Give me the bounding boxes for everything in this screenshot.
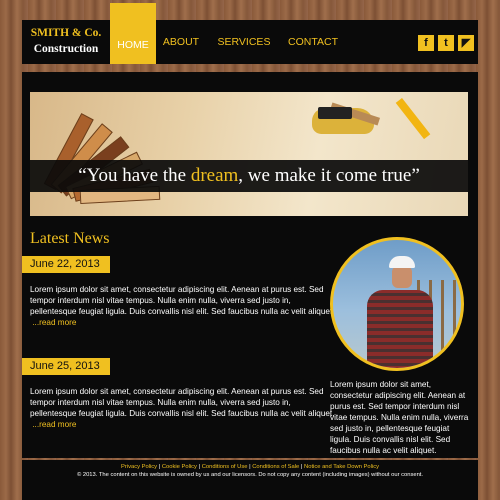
- site-header: SMITH & Co. Construction HOME ABOUT SERV…: [22, 3, 478, 64]
- nav-about[interactable]: ABOUT: [158, 20, 204, 64]
- latest-news-heading: Latest News: [30, 230, 110, 247]
- news-text-1: Lorem ipsum dolor sit amet, consectetur …: [30, 285, 335, 316]
- quote-part-2: , we make it come true”: [238, 165, 420, 186]
- footer-link-takedown[interactable]: Notice and Take Down Policy: [304, 464, 379, 470]
- spirit-level-image: [395, 98, 431, 140]
- news-item-1: Lorem ipsum dolor sit amet, consectetur …: [30, 284, 336, 328]
- twitter-icon[interactable]: t: [438, 35, 454, 51]
- read-more-link-2[interactable]: ...read more: [32, 420, 76, 429]
- nav-home[interactable]: HOME: [110, 3, 156, 64]
- hero-quote: “You have the dream, we make it come tru…: [30, 160, 468, 192]
- page-container: SMITH & Co. Construction HOME ABOUT SERV…: [22, 0, 478, 500]
- hammer-image: [318, 107, 352, 119]
- news-item-2: Lorem ipsum dolor sit amet, consectetur …: [30, 386, 336, 430]
- logo-line-2: Construction: [33, 43, 99, 55]
- nav-services[interactable]: SERVICES: [214, 20, 274, 64]
- rss-icon[interactable]: ◤: [458, 35, 474, 51]
- site-footer: Privacy Policy | Cookie Policy | Conditi…: [22, 460, 478, 500]
- footer-link-conditions-sale[interactable]: Conditions of Sale: [252, 464, 299, 470]
- facebook-icon[interactable]: f: [418, 35, 434, 51]
- footer-link-conditions-use[interactable]: Conditions of Use: [202, 464, 248, 470]
- site-logo[interactable]: SMITH & Co. Construction: [22, 20, 110, 64]
- quote-highlight: dream: [190, 165, 239, 186]
- social-links: f t ◤: [414, 33, 474, 51]
- footer-link-privacy[interactable]: Privacy Policy: [121, 464, 157, 470]
- hero-banner: “You have the dream, we make it come tru…: [30, 92, 468, 216]
- news-date-2: June 25, 2013: [22, 358, 110, 375]
- nav-contact[interactable]: CONTACT: [280, 20, 346, 64]
- quote-part-1: “You have the: [78, 165, 191, 186]
- builder-photo: [330, 237, 464, 371]
- main-panel: “You have the dream, we make it come tru…: [22, 72, 478, 458]
- news-date-1: June 22, 2013: [22, 256, 110, 273]
- news-text-2: Lorem ipsum dolor sit amet, consectetur …: [30, 387, 335, 418]
- logo-line-1: SMITH & Co.: [30, 27, 102, 39]
- read-more-link-1[interactable]: ...read more: [32, 318, 76, 327]
- footer-link-cookie[interactable]: Cookie Policy: [162, 464, 197, 470]
- copyright-text: © 2013. The content on this website is o…: [76, 472, 424, 478]
- sidebar-text: Lorem ipsum dolor sit amet, consectetur …: [330, 380, 469, 455]
- footer-links: Privacy Policy | Cookie Policy | Conditi…: [121, 464, 379, 470]
